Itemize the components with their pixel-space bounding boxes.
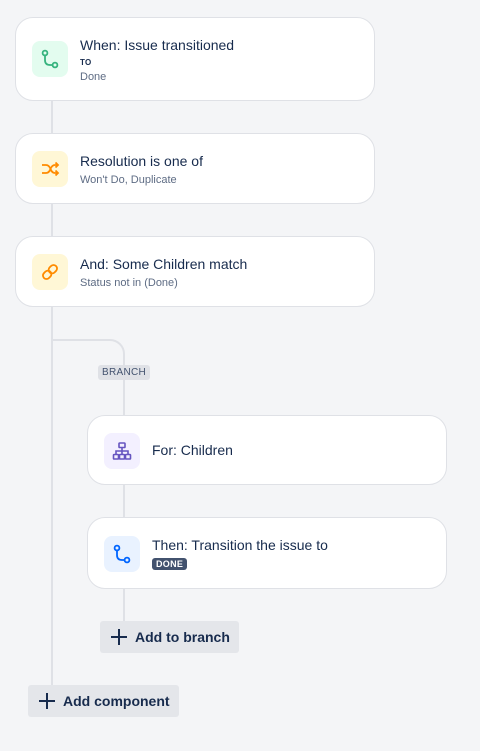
add-to-branch-label: Add to branch	[135, 629, 230, 645]
add-component-button[interactable]: Add component	[28, 685, 179, 717]
branch-action-title: Then: Transition the issue to	[152, 537, 328, 553]
children-condition-subtitle: Status not in (Done)	[80, 277, 178, 289]
branch-for-title: For: Children	[152, 442, 233, 458]
trigger-to-label: TO	[80, 58, 92, 67]
resolution-condition-subtitle: Won't Do, Duplicate	[80, 174, 177, 186]
children-condition-card[interactable]: And: Some Children match Status not in (…	[15, 236, 375, 307]
branch-for-card[interactable]: For: Children	[87, 415, 447, 485]
branch-tag: BRANCH	[98, 365, 151, 380]
status-lozenge: DONE	[152, 558, 188, 570]
resolution-condition-title: Resolution is one of	[80, 153, 203, 169]
link-icon	[32, 254, 68, 290]
trigger-card[interactable]: When: Issue transitioned TO Done	[15, 17, 375, 101]
shuffle-icon	[32, 151, 68, 187]
branch-action-card[interactable]: Then: Transition the issue to DONE	[87, 517, 447, 589]
hierarchy-icon	[104, 433, 140, 469]
trigger-title: When: Issue transitioned	[80, 37, 235, 53]
transition-icon	[32, 41, 68, 77]
plus-icon	[111, 629, 127, 645]
children-condition-title: And: Some Children match	[80, 256, 248, 272]
add-to-branch-button[interactable]: Add to branch	[100, 621, 239, 653]
add-component-label: Add component	[63, 693, 170, 709]
resolution-condition-card[interactable]: Resolution is one of Won't Do, Duplicate	[15, 133, 375, 204]
plus-icon	[39, 693, 55, 709]
trigger-to-value: Done	[80, 71, 107, 83]
transition-icon	[104, 536, 140, 572]
